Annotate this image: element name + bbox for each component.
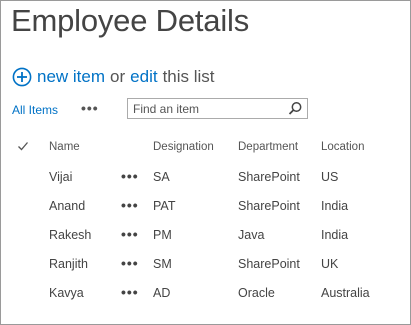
row-menu-button[interactable]: ••• xyxy=(121,168,139,184)
new-item-link[interactable]: new item xyxy=(37,67,105,87)
cell-designation: PAT xyxy=(153,199,176,213)
more-views-button[interactable]: ••• xyxy=(81,100,99,116)
cell-department: Java xyxy=(238,228,265,242)
edit-list-link[interactable]: edit xyxy=(130,67,157,87)
column-header-name[interactable]: Name xyxy=(49,141,80,153)
cell-location: UK xyxy=(321,257,339,271)
search-box xyxy=(127,98,308,119)
column-header-designation[interactable]: Designation xyxy=(153,141,214,153)
cell-name[interactable]: Kavya xyxy=(49,286,84,300)
checkmark-icon[interactable] xyxy=(17,140,29,152)
row-menu-button[interactable]: ••• xyxy=(121,255,139,271)
this-list-text: this list xyxy=(162,67,215,86)
table-row[interactable]: Rakesh ••• PM Java India xyxy=(0,225,409,247)
cell-department: SharePoint xyxy=(238,170,300,184)
search-input[interactable] xyxy=(128,99,289,118)
plus-circle-icon[interactable] xyxy=(12,67,32,87)
cell-location: US xyxy=(321,170,339,184)
row-menu-button[interactable]: ••• xyxy=(121,197,139,213)
cell-name[interactable]: Anand xyxy=(49,199,85,213)
table-header: Name Designation Department Location xyxy=(0,138,409,160)
cell-location: Australia xyxy=(321,286,370,300)
table-row[interactable]: Anand ••• PAT SharePoint India xyxy=(0,196,409,218)
cell-name[interactable]: Ranjith xyxy=(49,257,88,271)
cell-department: SharePoint xyxy=(238,257,300,271)
cell-department: SharePoint xyxy=(238,199,300,213)
table-row[interactable]: Kavya ••• AD Oracle Australia xyxy=(0,283,409,305)
cell-designation: SA xyxy=(153,170,170,184)
table-row[interactable]: Ranjith ••• SM SharePoint UK xyxy=(0,254,409,276)
row-menu-button[interactable]: ••• xyxy=(121,226,139,242)
window-frame xyxy=(0,0,411,325)
column-header-department[interactable]: Department xyxy=(238,141,298,153)
cell-designation: PM xyxy=(153,228,172,242)
cell-designation: SM xyxy=(153,257,172,271)
row-menu-button[interactable]: ••• xyxy=(121,284,139,300)
magnifier-icon[interactable] xyxy=(288,101,303,116)
cell-department: Oracle xyxy=(238,286,275,300)
column-header-location[interactable]: Location xyxy=(321,141,364,153)
cell-name[interactable]: Vijai xyxy=(49,170,72,184)
view-all-items[interactable]: All Items xyxy=(12,103,58,117)
cell-name[interactable]: Rakesh xyxy=(49,228,91,242)
or-text: or xyxy=(110,67,126,86)
table-row[interactable]: Vijai ••• SA SharePoint US xyxy=(0,167,409,189)
new-item-bar: new item or edit this list xyxy=(12,66,215,88)
cell-location: India xyxy=(321,228,349,242)
cell-location: India xyxy=(321,199,349,213)
page-title: Employee Details xyxy=(11,3,250,38)
cell-designation: AD xyxy=(153,286,171,300)
